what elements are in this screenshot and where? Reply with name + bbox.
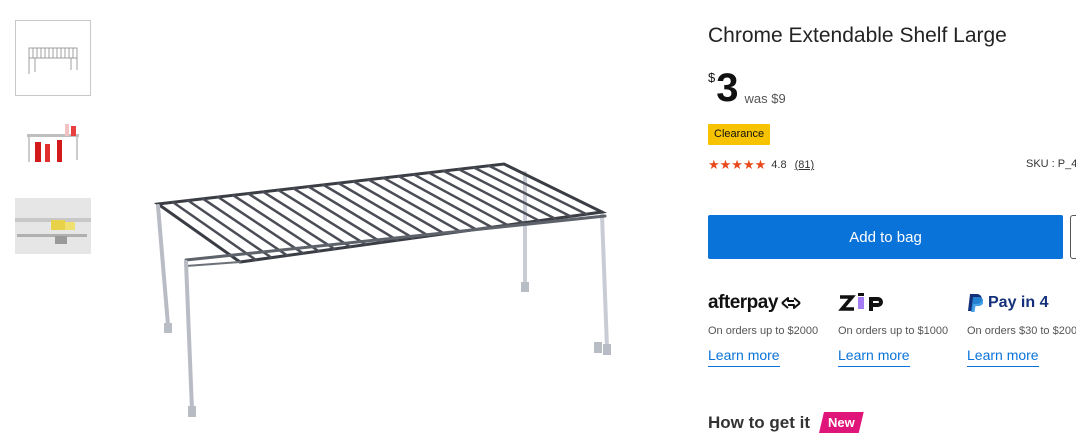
paypal-icon xyxy=(968,294,983,312)
price-was: was $9 xyxy=(744,91,786,106)
rating-score: 4.8 xyxy=(771,159,787,171)
wishlist-button[interactable] xyxy=(1070,215,1076,259)
thumbnail-shelf-front[interactable] xyxy=(15,20,91,96)
shelf-wire xyxy=(367,178,462,233)
paypal-logo: Pay in 4 xyxy=(967,290,1076,316)
how-to-get-it: How to get it New xyxy=(708,412,864,433)
shelf-wire xyxy=(231,194,320,253)
thumbnail-list xyxy=(15,20,91,272)
shelf-wire xyxy=(382,176,478,231)
product-image xyxy=(140,140,620,430)
shelf-wire xyxy=(337,181,431,238)
shelf-wire xyxy=(247,192,336,251)
shelf-wire xyxy=(397,174,494,229)
pay-in-4-label: Pay in 4 xyxy=(988,294,1049,311)
shelf-wire xyxy=(427,171,525,225)
product-details: Chrome Extendable Shelf Large $ 3 was $9… xyxy=(708,0,1076,448)
new-badge: New xyxy=(819,412,864,433)
paypal-option: Pay in 4 On orders $30 to $2000 Learn mo… xyxy=(967,290,1076,367)
price-block: $ 3 was $9 xyxy=(708,66,786,110)
zip-logo: zip xyxy=(838,290,958,316)
shelf-wire xyxy=(171,201,257,262)
clearance-badge: Clearance xyxy=(708,124,771,145)
price-currency: $ xyxy=(708,70,716,85)
reviews-link[interactable]: (81) xyxy=(795,159,815,171)
shelf-wire xyxy=(457,167,557,220)
shelf-wire xyxy=(307,185,399,242)
afterpay-option: afterpay On orders up to $2000 Learn mor… xyxy=(708,290,828,367)
shelf-wire xyxy=(322,183,415,240)
afterpay-wordmark: afterpay xyxy=(708,292,778,313)
shelf-wire xyxy=(472,166,572,218)
shelf-wire xyxy=(277,188,368,246)
zip-logo-icon xyxy=(838,293,883,311)
afterpay-desc: On orders up to $2000 xyxy=(708,325,819,337)
shelf-wire xyxy=(216,195,305,255)
afterpay-learn-more-link[interactable]: Learn more xyxy=(708,347,780,367)
add-to-bag-button[interactable]: Add to bag xyxy=(708,215,1063,259)
star-rating-icon: ★★★★★ xyxy=(708,157,767,172)
paypal-desc: On orders $30 to $2000 xyxy=(967,325,1076,337)
price-amount: 3 xyxy=(716,66,738,110)
afterpay-logo: afterpay xyxy=(708,290,828,316)
thumbnail-cupboard[interactable] xyxy=(15,188,91,264)
shelf-wire xyxy=(412,173,509,227)
zip-desc: On orders up to $1000 xyxy=(838,325,949,337)
shelf-wire xyxy=(487,164,588,216)
paypal-learn-more-link[interactable]: Learn more xyxy=(967,347,1039,367)
sku: SKU : P_4 xyxy=(1026,158,1076,170)
how-to-get-it-heading: How to get it xyxy=(708,412,810,432)
thumbnail-shelf-in-use[interactable] xyxy=(15,104,91,180)
zip-option: zip On orders up to $1000 Learn more xyxy=(838,290,958,367)
shelf-wire xyxy=(186,199,273,259)
reviews-count: (81) xyxy=(794,159,815,171)
shelf-wire xyxy=(352,180,446,235)
afterpay-arrows-icon xyxy=(781,297,801,309)
product-title: Chrome Extendable Shelf Large xyxy=(708,24,1007,47)
zip-learn-more-link[interactable]: Learn more xyxy=(838,347,910,367)
rating: ★★★★★ 4.8 (81) xyxy=(708,157,814,173)
shelf-wire xyxy=(201,197,289,257)
shelf-wire xyxy=(262,190,352,249)
shelf-wire xyxy=(292,187,383,244)
